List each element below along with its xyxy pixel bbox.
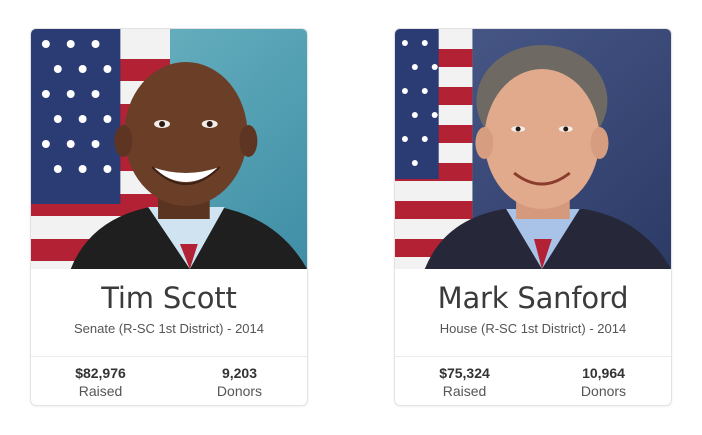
donors-stat: 10,964 Donors — [534, 364, 671, 400]
raised-stat: $82,976 Raised — [31, 364, 170, 400]
candidate-card-tim-scott[interactable]: Tim Scott Senate (R-SC 1st District) - 2… — [30, 28, 308, 406]
candidate-office: House (R-SC 1st District) - 2014 — [439, 321, 627, 336]
raised-stat: $75,324 Raised — [395, 364, 534, 400]
donors-stat: 9,203 Donors — [170, 364, 307, 400]
donors-label: Donors — [580, 383, 627, 399]
raised-amount: $82,976 — [75, 365, 126, 381]
candidate-photo[interactable] — [395, 29, 671, 269]
donors-count: 9,203 — [221, 365, 258, 381]
raised-label: Raised — [78, 383, 123, 399]
candidate-office: Senate (R-SC 1st District) - 2014 — [73, 321, 264, 336]
card-divider — [395, 356, 671, 357]
portrait-image — [395, 29, 671, 269]
candidate-photo[interactable] — [31, 29, 307, 269]
raised-amount: $75,324 — [439, 365, 490, 381]
donors-label: Donors — [216, 383, 263, 399]
raised-label: Raised — [442, 383, 487, 399]
candidate-name[interactable]: Tim Scott — [31, 281, 307, 315]
portrait-image — [31, 29, 307, 269]
candidate-name[interactable]: Mark Sanford — [395, 281, 671, 315]
candidate-card-mark-sanford[interactable]: Mark Sanford House (R-SC 1st District) -… — [394, 28, 672, 406]
card-divider — [31, 356, 307, 357]
donors-count: 10,964 — [582, 365, 625, 381]
